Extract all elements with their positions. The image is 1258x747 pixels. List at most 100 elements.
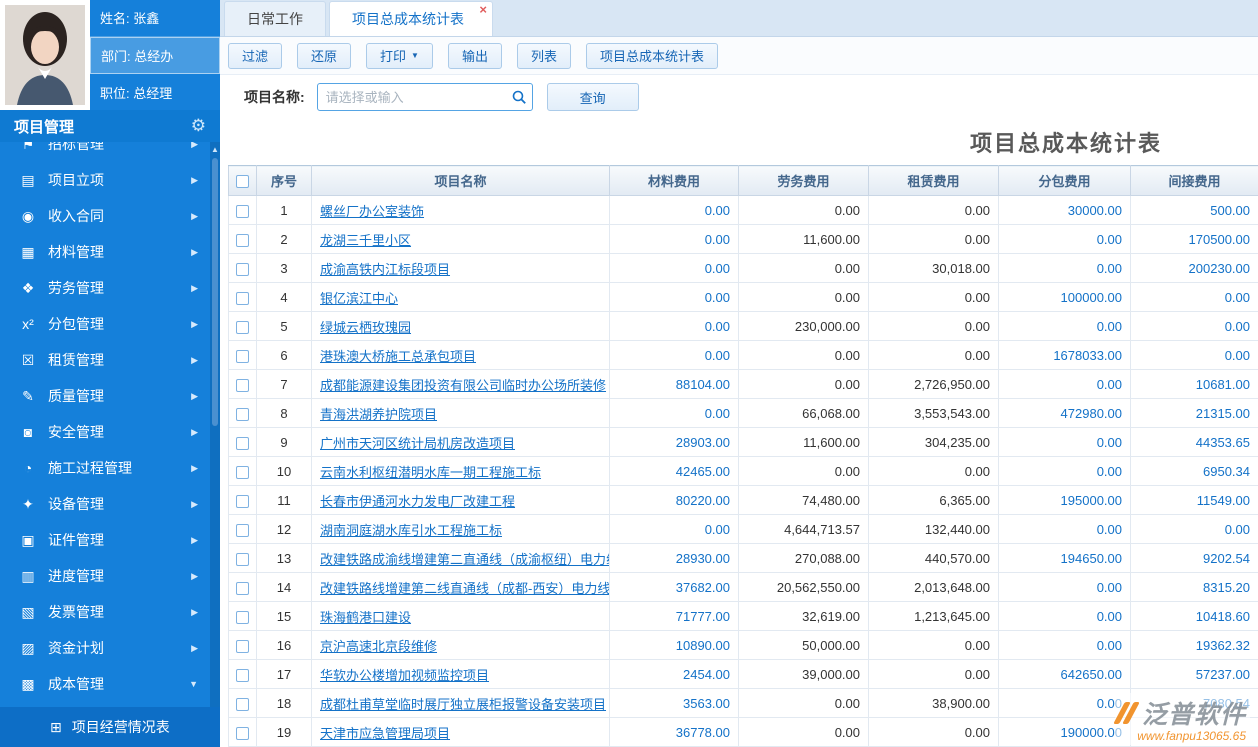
select-all-checkbox[interactable] <box>236 175 249 188</box>
project-link[interactable]: 华软办公楼增加视频监控项目 <box>320 668 489 683</box>
row-checkbox[interactable] <box>236 321 249 334</box>
row-checkbox[interactable] <box>236 408 249 421</box>
gear-icon[interactable]: ⚙ <box>191 116 206 136</box>
row-checkbox[interactable] <box>236 292 249 305</box>
project-name-cell: 珠海鹤港口建设 <box>312 602 610 631</box>
sidebar-footer-label: 项目经营情况表 <box>72 717 170 737</box>
sidebar-item-material[interactable]: ▦材料管理▶ <box>0 234 210 270</box>
indirect-cost-cell: 8315.20 <box>1131 573 1258 602</box>
row-checkbox[interactable] <box>236 495 249 508</box>
sidebar-scrollbar[interactable]: ▲ <box>210 142 220 707</box>
sidebar-item-bid[interactable]: ⚑招标管理▶ <box>0 142 210 162</box>
tab-daily-work[interactable]: 日常工作 <box>224 1 326 36</box>
filter-button[interactable]: 过滤 <box>228 43 282 69</box>
project-link[interactable]: 湖南洞庭湖水库引水工程施工标 <box>320 523 502 538</box>
project-link[interactable]: 青海洪湖养护院项目 <box>320 407 437 422</box>
construction-process-icon: ◔ <box>16 460 40 476</box>
labor-cost-cell: 4,644,713.57 <box>739 515 869 544</box>
table-row: 8青海洪湖养护院项目0.0066,068.003,553,543.0047298… <box>229 399 1258 428</box>
sidebar-item-subcontract[interactable]: x²分包管理▶ <box>0 306 210 342</box>
project-link[interactable]: 成都杜甫草堂临时展厅独立展柜报警设备安装项目 <box>320 697 606 712</box>
sidebar-item-label: 租赁管理 <box>48 350 191 370</box>
sidebar-item-label: 分包管理 <box>48 314 191 334</box>
project-name-cell: 湖南洞庭湖水库引水工程施工标 <box>312 515 610 544</box>
sidebar-item-quality[interactable]: ✎质量管理▶ <box>0 378 210 414</box>
tab-label: 项目总成本统计表 <box>352 11 464 27</box>
list-button[interactable]: 列表 <box>517 43 571 69</box>
sidebar-item-progress[interactable]: ▥进度管理▶ <box>0 558 210 594</box>
sidebar-item-fund-plan[interactable]: ▨资金计划▶ <box>0 630 210 666</box>
chevron-right-icon: ▶ <box>191 391 198 402</box>
indirect-cost-cell: 44353.65 <box>1131 428 1258 457</box>
project-link[interactable]: 绿城云栖玫瑰园 <box>320 320 411 335</box>
row-checkbox[interactable] <box>236 466 249 479</box>
chevron-right-icon: ▶ <box>191 142 198 150</box>
sidebar-item-project-setup[interactable]: ▤项目立项▶ <box>0 162 210 198</box>
profile-department[interactable]: 部门: 总经办 <box>90 37 220 75</box>
subcontract-cost-cell: 0.00 <box>999 602 1131 631</box>
project-name-input[interactable] <box>317 83 533 111</box>
row-index: 8 <box>257 399 312 428</box>
col-header-lease-cost: 租赁费用 <box>869 166 999 196</box>
row-checkbox[interactable] <box>236 350 249 363</box>
project-name-cell: 青海洪湖养护院项目 <box>312 399 610 428</box>
sidebar-item-income-contract[interactable]: ◉收入合同▶ <box>0 198 210 234</box>
project-name-cell: 改建铁路线增建第二线直通线（成都-西安）电力线 <box>312 573 610 602</box>
row-checkbox[interactable] <box>236 611 249 624</box>
sidebar-item-equipment[interactable]: ✦设备管理▶ <box>0 486 210 522</box>
col-header-index: 序号 <box>257 166 312 196</box>
sidebar-item-construction-process[interactable]: ◔施工过程管理▶ <box>0 450 210 486</box>
query-button[interactable]: 查询 <box>547 83 639 111</box>
row-checkbox[interactable] <box>236 263 249 276</box>
row-checkbox[interactable] <box>236 437 249 450</box>
sidebar-item-project-report[interactable]: ⊞ 项目经营情况表 <box>0 707 220 747</box>
print-button[interactable]: 打印▼ <box>366 43 433 69</box>
row-index: 7 <box>257 370 312 399</box>
scroll-up-icon[interactable]: ▲ <box>210 142 220 156</box>
project-link[interactable]: 天津市应急管理局项目 <box>320 726 450 741</box>
material-cost-cell: 71777.00 <box>610 602 739 631</box>
project-link[interactable]: 广州市天河区统计局机房改造项目 <box>320 436 515 451</box>
sidebar-item-lease[interactable]: ☒租赁管理▶ <box>0 342 210 378</box>
output-button[interactable]: 输出 <box>448 43 502 69</box>
subcontract-cost-cell: 0.00 <box>999 689 1131 718</box>
project-link[interactable]: 长春市伊通河水力发电厂改建工程 <box>320 494 515 509</box>
row-checkbox[interactable] <box>236 582 249 595</box>
project-link[interactable]: 银亿滨江中心 <box>320 291 398 306</box>
profile-photo <box>0 0 90 110</box>
row-checkbox[interactable] <box>236 698 249 711</box>
project-link[interactable]: 螺丝厂办公室装饰 <box>320 204 424 219</box>
sidebar-item-certificate[interactable]: ▣证件管理▶ <box>0 522 210 558</box>
project-link[interactable]: 成渝高铁内江标段项目 <box>320 262 450 277</box>
row-checkbox[interactable] <box>236 379 249 392</box>
project-name-cell: 华软办公楼增加视频监控项目 <box>312 660 610 689</box>
project-link[interactable]: 云南水利枢纽潜明水库一期工程施工标 <box>320 465 541 480</box>
project-name-cell: 成都杜甫草堂临时展厅独立展柜报警设备安装项目 <box>312 689 610 718</box>
project-link[interactable]: 成都能源建设集团投资有限公司临时办公场所装修 <box>320 378 606 393</box>
cost-report-button[interactable]: 项目总成本统计表 <box>586 43 718 69</box>
project-link[interactable]: 珠海鹤港口建设 <box>320 610 411 625</box>
search-icon[interactable] <box>511 89 527 105</box>
sidebar-item-invoice[interactable]: ▧发票管理▶ <box>0 594 210 630</box>
row-checkbox[interactable] <box>236 727 249 740</box>
project-link[interactable]: 改建铁路线增建第二线直通线（成都-西安）电力线 <box>320 581 610 596</box>
row-checkbox[interactable] <box>236 669 249 682</box>
project-link[interactable]: 京沪高速北京段维修 <box>320 639 437 654</box>
close-icon[interactable]: × <box>479 3 487 16</box>
row-checkbox[interactable] <box>236 524 249 537</box>
project-link[interactable]: 改建铁路成渝线增建第二直通线（成渝枢纽）电力线 <box>320 552 610 567</box>
row-checkbox[interactable] <box>236 234 249 247</box>
scrollbar-thumb[interactable] <box>212 158 218 426</box>
sidebar-item-cost[interactable]: ▩成本管理▼ <box>0 666 210 702</box>
sidebar-item-labor[interactable]: ❖劳务管理▶ <box>0 270 210 306</box>
sidebar-item-label: 进度管理 <box>48 566 191 586</box>
project-link[interactable]: 港珠澳大桥施工总承包项目 <box>320 349 476 364</box>
sidebar-item-label: 证件管理 <box>48 530 191 550</box>
project-link[interactable]: 龙湖三千里小区 <box>320 233 411 248</box>
sidebar-item-safety[interactable]: ◙安全管理▶ <box>0 414 210 450</box>
tab-project-cost-report[interactable]: 项目总成本统计表 × <box>329 1 493 36</box>
restore-button[interactable]: 还原 <box>297 43 351 69</box>
row-checkbox[interactable] <box>236 205 249 218</box>
row-checkbox[interactable] <box>236 640 249 653</box>
row-checkbox[interactable] <box>236 553 249 566</box>
